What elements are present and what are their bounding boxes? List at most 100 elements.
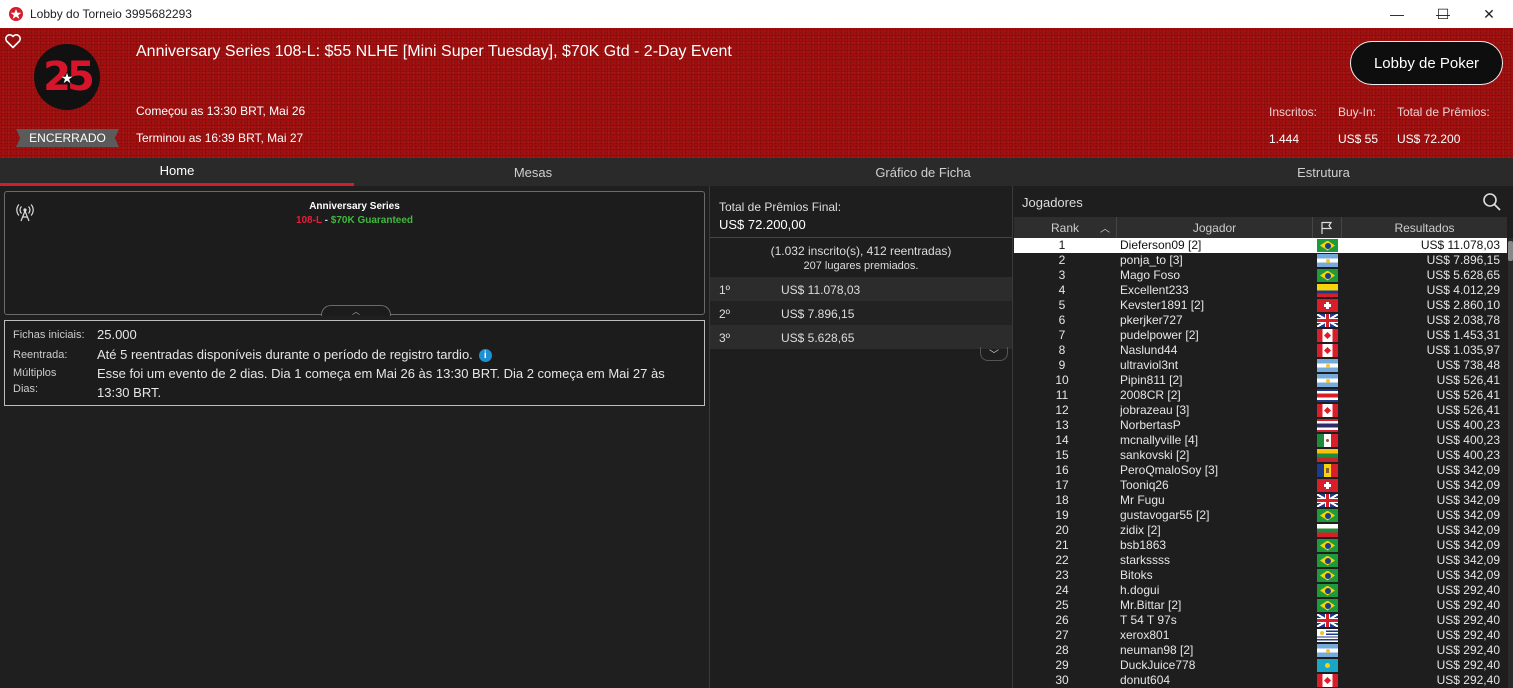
- player-result: US$ 526,41: [1436, 373, 1500, 387]
- player-row[interactable]: 30 donut604 US$ 292,40: [1014, 673, 1507, 688]
- player-row[interactable]: 18 Mr Fugu US$ 342,09: [1014, 493, 1507, 508]
- player-name: jobrazeau [3]: [1120, 403, 1190, 417]
- players-scrollbar[interactable]: [1508, 238, 1513, 688]
- rank-column-header[interactable]: Rank ︿: [1014, 217, 1117, 238]
- country-flag-icon: [1317, 314, 1338, 327]
- player-rank: 19: [1055, 508, 1069, 522]
- close-button[interactable]: ✕: [1466, 0, 1512, 28]
- search-icon[interactable]: [1482, 192, 1502, 212]
- player-result: US$ 400,23: [1436, 448, 1500, 462]
- star-icon: ★: [60, 70, 74, 86]
- tab-structure[interactable]: Estrutura: [1134, 158, 1513, 186]
- player-row[interactable]: 27 xerox801 US$ 292,40: [1014, 628, 1507, 643]
- player-row[interactable]: 23 Bitoks US$ 342,09: [1014, 568, 1507, 583]
- player-result: US$ 342,09: [1436, 553, 1500, 567]
- player-rank: 2: [1058, 253, 1066, 267]
- player-rank: 13: [1055, 418, 1069, 432]
- divider: [710, 237, 1012, 238]
- player-name: sankovski [2]: [1120, 448, 1190, 462]
- country-flag-icon: [1317, 464, 1338, 477]
- player-name: ponja_to [3]: [1120, 253, 1183, 267]
- player-row[interactable]: 19 gustavogar55 [2] US$ 342,09: [1014, 508, 1507, 523]
- player-row[interactable]: 7 pudelpower [2] US$ 1.453,31: [1014, 328, 1507, 343]
- player-rank: 6: [1058, 313, 1066, 327]
- player-rank: 14: [1055, 433, 1069, 447]
- maximize-button[interactable]: ☐: [1420, 0, 1466, 28]
- player-row[interactable]: 14 mcnallyville [4] US$ 400,23: [1014, 433, 1507, 448]
- players-table-body: 1 Dieferson09 [2] US$ 11.078,03 2 ponja_to […: [1014, 238, 1507, 688]
- player-row[interactable]: 2 ponja_to [3] US$ 7.896,15: [1014, 253, 1507, 268]
- country-flag-icon: [1317, 554, 1338, 567]
- tournament-header: 25 ★ ENCERRADO Anniversary Series 108-L:…: [0, 28, 1513, 158]
- player-row[interactable]: 11 2008CR [2] US$ 526,41: [1014, 388, 1507, 403]
- country-flag-icon: [1317, 359, 1338, 372]
- prize-panel: Total de Prêmios Final: US$ 72.200,00 (1…: [709, 186, 1013, 688]
- results-column-header[interactable]: Resultados: [1342, 217, 1507, 238]
- player-row[interactable]: 22 starkssss US$ 342,09: [1014, 553, 1507, 568]
- player-result: US$ 4.012,29: [1426, 283, 1500, 297]
- player-result: US$ 1.035,97: [1426, 343, 1500, 357]
- prize-amount: US$ 7.896,15: [781, 307, 855, 321]
- info-icon[interactable]: i: [478, 349, 492, 363]
- player-row[interactable]: 21 bsb1863 US$ 342,09: [1014, 538, 1507, 553]
- country-flag-icon: [1317, 389, 1338, 402]
- series-name: Anniversary Series: [309, 201, 400, 212]
- player-result: US$ 400,23: [1436, 418, 1500, 432]
- player-name: NorbertasP: [1120, 418, 1181, 432]
- player-row[interactable]: 15 sankovski [2] US$ 400,23: [1014, 448, 1507, 463]
- player-row[interactable]: 12 jobrazeau [3] US$ 526,41: [1014, 403, 1507, 418]
- player-row[interactable]: 16 PeroQmaloSoy [3] US$ 342,09: [1014, 463, 1507, 478]
- player-row[interactable]: 9 ultraviol3nt US$ 738,48: [1014, 358, 1507, 373]
- multiday-text-line1: Esse foi um evento de 2 dias. Dia 1 come…: [97, 366, 665, 381]
- collapse-chevron-up-icon[interactable]: ︿: [321, 305, 391, 316]
- player-row[interactable]: 6 pkerjker727 US$ 2.038,78: [1014, 313, 1507, 328]
- country-flag-icon: [1317, 614, 1338, 627]
- player-rank: 1: [1058, 238, 1066, 252]
- player-row[interactable]: 1 Dieferson09 [2] US$ 11.078,03: [1014, 238, 1507, 253]
- reentry-value: Até 5 reentradas disponíveis durante o p…: [97, 347, 492, 363]
- multiday-label-line1: Múltiplos: [13, 367, 57, 379]
- country-flag-icon: [1317, 299, 1338, 312]
- player-row[interactable]: 17 Tooniq26 US$ 342,09: [1014, 478, 1507, 493]
- player-name: Pipin811 [2]: [1120, 373, 1183, 387]
- flag-icon: [1321, 221, 1333, 234]
- player-row[interactable]: 28 neuman98 [2] US$ 292,40: [1014, 643, 1507, 658]
- tab-home[interactable]: Home: [0, 158, 354, 186]
- player-name: T 54 T 97s: [1120, 613, 1177, 627]
- player-name: starkssss: [1120, 553, 1171, 567]
- player-row[interactable]: 26 T 54 T 97s US$ 292,40: [1014, 613, 1507, 628]
- player-result: US$ 526,41: [1436, 388, 1500, 402]
- player-result: US$ 292,40: [1436, 658, 1500, 672]
- expand-chevron-down-icon[interactable]: ﹀: [980, 347, 1008, 361]
- player-row[interactable]: 8 Naslund44 US$ 1.035,97: [1014, 343, 1507, 358]
- country-flag-icon: [1317, 659, 1338, 672]
- player-name: PeroQmaloSoy [3]: [1120, 463, 1219, 477]
- poker-lobby-button[interactable]: Lobby de Poker: [1350, 41, 1503, 85]
- scrollbar-thumb[interactable]: [1508, 241, 1513, 261]
- player-row[interactable]: 29 DuckJuice778 US$ 292,40: [1014, 658, 1507, 673]
- player-row[interactable]: 5 Kevster1891 [2] US$ 2.860,10: [1014, 298, 1507, 313]
- player-result: US$ 342,09: [1436, 538, 1500, 552]
- player-rank: 3: [1058, 268, 1066, 282]
- minimize-button[interactable]: —: [1374, 0, 1420, 28]
- favorite-heart-icon[interactable]: [4, 32, 22, 50]
- tab-chip-graph[interactable]: Gráfico de Ficha: [712, 158, 1134, 186]
- player-row[interactable]: 24 h.dogui US$ 292,40: [1014, 583, 1507, 598]
- player-row[interactable]: 4 Excellent233 US$ 4.012,29: [1014, 283, 1507, 298]
- flag-column-header[interactable]: [1313, 217, 1342, 238]
- player-rank: 4: [1058, 283, 1066, 297]
- country-flag-icon: [1317, 539, 1338, 552]
- player-row[interactable]: 20 zidix [2] US$ 342,09: [1014, 523, 1507, 538]
- player-row[interactable]: 3 Mago Foso US$ 5.628,65: [1014, 268, 1507, 283]
- player-row[interactable]: 10 Pipin811 [2] US$ 526,41: [1014, 373, 1507, 388]
- player-column-header[interactable]: Jogador: [1117, 217, 1313, 238]
- player-result: US$ 342,09: [1436, 478, 1500, 492]
- player-row[interactable]: 13 NorbertasP US$ 400,23: [1014, 418, 1507, 433]
- player-row[interactable]: 25 Mr.Bittar [2] US$ 292,40: [1014, 598, 1507, 613]
- prize-amount: US$ 5.628,65: [781, 331, 855, 345]
- tab-tables[interactable]: Mesas: [354, 158, 712, 186]
- player-rank: 30: [1055, 673, 1069, 687]
- player-result: US$ 2.038,78: [1426, 313, 1500, 327]
- event-code: 108-L: [295, 215, 322, 226]
- player-result: US$ 292,40: [1436, 583, 1500, 597]
